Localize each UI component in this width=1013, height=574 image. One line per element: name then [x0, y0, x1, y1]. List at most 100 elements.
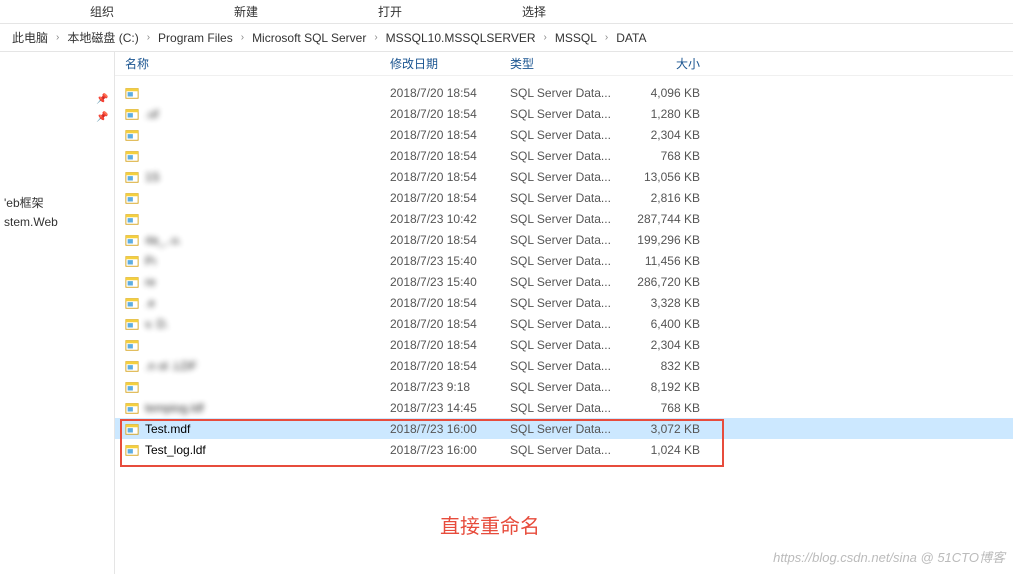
file-date: 2018/7/23 16:00	[390, 443, 510, 457]
file-date: 2018/7/23 14:45	[390, 401, 510, 415]
breadcrumb[interactable]: 此电脑› 本地磁盘 (C:)› Program Files› Microsoft…	[0, 24, 1013, 52]
file-row[interactable]: ıta_..u.2018/7/20 18:54SQL Server Data..…	[115, 229, 1013, 250]
file-size: 6,400 KB	[630, 317, 710, 331]
toolbar: 组织 新建 打开 选择	[0, 0, 1013, 24]
file-type: SQL Server Data...	[510, 380, 630, 394]
database-file-icon	[125, 233, 141, 247]
file-type: SQL Server Data...	[510, 212, 630, 226]
crumb-5[interactable]: MSSQL	[551, 31, 601, 45]
file-name: tempiog.ldf	[145, 401, 390, 415]
file-row[interactable]: v. D.2018/7/20 18:54SQL Server Data...6,…	[115, 313, 1013, 334]
column-headers: 名称 修改日期 类型 大小	[115, 52, 1013, 76]
file-row[interactable]: 2018/7/23 9:18SQL Server Data...8,192 KB	[115, 376, 1013, 397]
crumb-1[interactable]: 本地磁盘 (C:)	[63, 29, 142, 46]
database-file-icon	[125, 212, 141, 226]
file-size: 2,304 KB	[630, 128, 710, 142]
header-type[interactable]: 类型	[510, 55, 630, 72]
chevron-right-icon: ›	[540, 32, 551, 43]
file-name: v. D.	[145, 317, 390, 331]
file-row[interactable]: 1S2018/7/20 18:54SQL Server Data...13,05…	[115, 166, 1013, 187]
file-row[interactable]: 2018/7/20 18:54SQL Server Data...2,304 K…	[115, 334, 1013, 355]
toolbar-open[interactable]: 打开	[318, 3, 462, 20]
file-row[interactable]: Pı2018/7/23 15:40SQL Server Data...11,45…	[115, 250, 1013, 271]
file-size: 287,744 KB	[630, 212, 710, 226]
chevron-right-icon: ›	[601, 32, 612, 43]
file-type: SQL Server Data...	[510, 296, 630, 310]
file-row[interactable]: Test_log.ldf2018/7/23 16:00SQL Server Da…	[115, 439, 1013, 460]
crumb-2[interactable]: Program Files	[154, 31, 237, 45]
file-date: 2018/7/20 18:54	[390, 107, 510, 121]
chevron-right-icon: ›	[143, 32, 154, 43]
file-type: SQL Server Data...	[510, 128, 630, 142]
file-row[interactable]: 2018/7/20 18:54SQL Server Data...4,096 K…	[115, 82, 1013, 103]
file-name: .e	[145, 296, 390, 310]
crumb-3[interactable]: Microsoft SQL Server	[248, 31, 370, 45]
file-size: 13,056 KB	[630, 170, 710, 184]
pin-icon[interactable]: 📌	[96, 94, 108, 105]
file-name: Test.mdf	[145, 422, 390, 436]
toolbar-organize[interactable]: 组织	[30, 3, 174, 20]
sidebar-item-systemweb[interactable]: stem.Web	[0, 213, 114, 231]
file-list-area: 名称 修改日期 类型 大小 2018/7/20 18:54SQL Server …	[115, 52, 1013, 574]
file-list: 2018/7/20 18:54SQL Server Data...4,096 K…	[115, 76, 1013, 460]
file-date: 2018/7/20 18:54	[390, 86, 510, 100]
file-date: 2018/7/20 18:54	[390, 170, 510, 184]
file-date: 2018/7/23 9:18	[390, 380, 510, 394]
file-type: SQL Server Data...	[510, 359, 630, 373]
database-file-icon	[125, 149, 141, 163]
database-file-icon	[125, 254, 141, 268]
file-size: 768 KB	[630, 401, 710, 415]
file-type: SQL Server Data...	[510, 317, 630, 331]
file-size: 199,296 KB	[630, 233, 710, 247]
database-file-icon	[125, 170, 141, 184]
file-date: 2018/7/20 18:54	[390, 149, 510, 163]
file-type: SQL Server Data...	[510, 149, 630, 163]
file-size: 3,328 KB	[630, 296, 710, 310]
annotation-text: 直接重命名	[440, 510, 540, 539]
header-size[interactable]: 大小	[630, 55, 710, 72]
toolbar-new[interactable]: 新建	[174, 3, 318, 20]
header-name[interactable]: 名称	[125, 55, 390, 72]
file-date: 2018/7/20 18:54	[390, 338, 510, 352]
database-file-icon	[125, 275, 141, 289]
file-name: 1S	[145, 170, 390, 184]
file-row[interactable]: .e2018/7/20 18:54SQL Server Data...3,328…	[115, 292, 1013, 313]
file-row[interactable]: 2018/7/20 18:54SQL Server Data...2,304 K…	[115, 124, 1013, 145]
file-size: 1,024 KB	[630, 443, 710, 457]
database-file-icon	[125, 338, 141, 352]
file-size: 2,304 KB	[630, 338, 710, 352]
file-date: 2018/7/20 18:54	[390, 317, 510, 331]
file-row[interactable]: tempiog.ldf2018/7/23 14:45SQL Server Dat…	[115, 397, 1013, 418]
file-row[interactable]: re2018/7/23 15:40SQL Server Data...286,7…	[115, 271, 1013, 292]
pin-icon[interactable]: 📌	[96, 112, 108, 123]
database-file-icon	[125, 359, 141, 373]
file-row[interactable]: 2018/7/20 18:54SQL Server Data...2,816 K…	[115, 187, 1013, 208]
file-row[interactable]: .uf2018/7/20 18:54SQL Server Data...1,28…	[115, 103, 1013, 124]
database-file-icon	[125, 296, 141, 310]
file-name: Test_log.ldf	[145, 443, 390, 457]
file-date: 2018/7/20 18:54	[390, 296, 510, 310]
file-date: 2018/7/20 18:54	[390, 128, 510, 142]
file-type: SQL Server Data...	[510, 191, 630, 205]
database-file-icon	[125, 401, 141, 415]
header-date[interactable]: 修改日期	[390, 55, 510, 72]
file-date: 2018/7/20 18:54	[390, 233, 510, 247]
file-row[interactable]: 2018/7/20 18:54SQL Server Data...768 KB	[115, 145, 1013, 166]
crumb-4[interactable]: MSSQL10.MSSQLSERVER	[382, 31, 540, 45]
file-type: SQL Server Data...	[510, 443, 630, 457]
crumb-6[interactable]: DATA	[612, 31, 650, 45]
file-size: 286,720 KB	[630, 275, 710, 289]
file-row[interactable]: 2018/7/23 10:42SQL Server Data...287,744…	[115, 208, 1013, 229]
file-row[interactable]: .n ol .LDF2018/7/20 18:54SQL Server Data…	[115, 355, 1013, 376]
file-name: .uf	[145, 107, 390, 121]
file-size: 1,280 KB	[630, 107, 710, 121]
file-date: 2018/7/23 16:00	[390, 422, 510, 436]
crumb-0[interactable]: 此电脑	[8, 29, 52, 46]
file-size: 832 KB	[630, 359, 710, 373]
sidebar-item-web[interactable]: 'eb框架	[0, 192, 114, 213]
toolbar-select[interactable]: 选择	[462, 3, 606, 20]
file-type: SQL Server Data...	[510, 275, 630, 289]
file-row[interactable]: Test.mdf2018/7/23 16:00SQL Server Data..…	[115, 418, 1013, 439]
main-area: 📌 📌 'eb框架 stem.Web 名称 修改日期 类型 大小 2018/7/…	[0, 52, 1013, 574]
file-type: SQL Server Data...	[510, 338, 630, 352]
